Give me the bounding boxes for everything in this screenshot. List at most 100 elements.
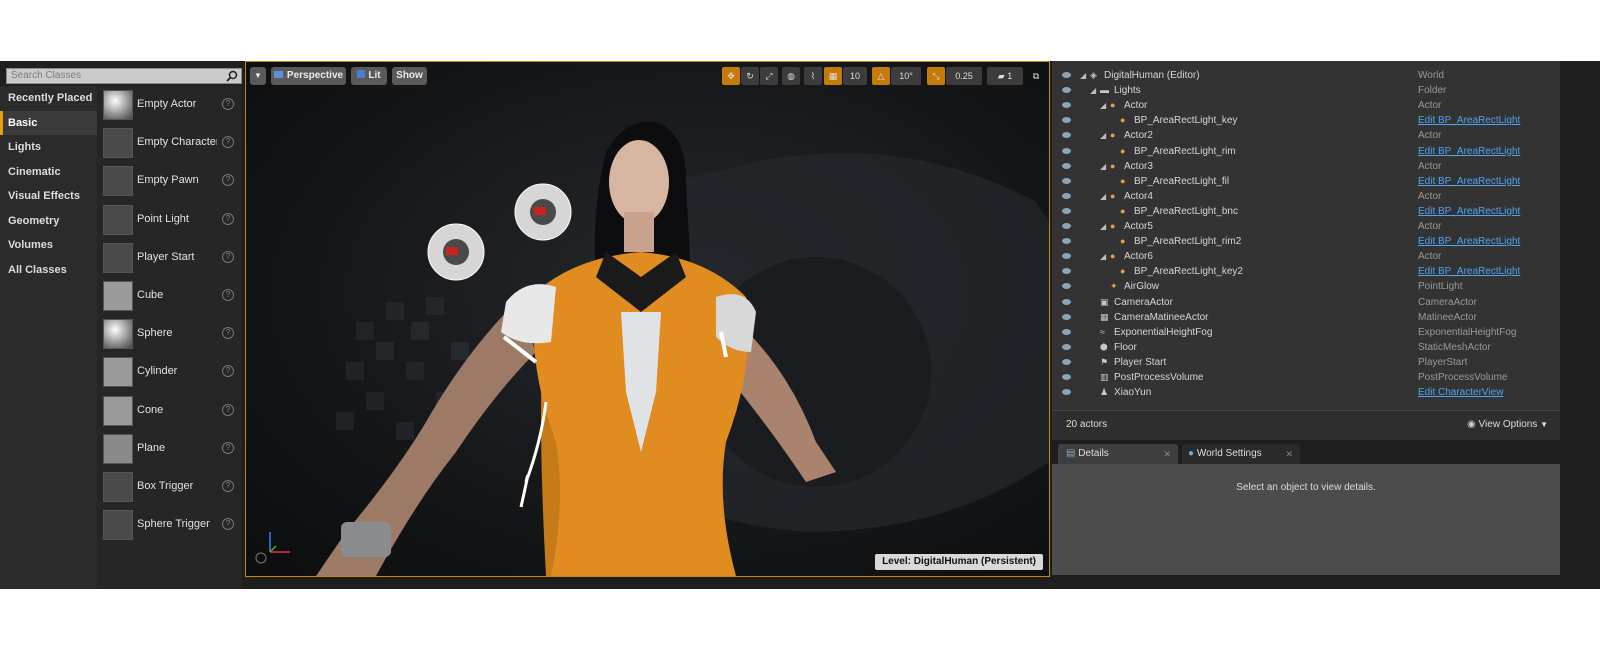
edit-blueprint-link[interactable]: Edit BP_AreaRectLight [1418, 264, 1520, 279]
level-viewport[interactable]: ▼ Perspective Lit Show ✥ ↻ ⤢ ◍ ⌇ ▦ 10 △ … [245, 61, 1050, 577]
eye-icon[interactable] [1062, 238, 1071, 245]
help-icon[interactable]: ? [222, 327, 234, 340]
view-options-button[interactable]: ◉ View Options ▼ [1467, 419, 1548, 430]
outliner-row[interactable]: ⚑ Player Start PlayerStart [1052, 355, 1560, 370]
eye-icon[interactable] [1062, 102, 1071, 109]
help-icon[interactable]: ? [222, 98, 234, 110]
edit-blueprint-link[interactable]: Edit CharacterView [1418, 385, 1503, 400]
translate-tool-icon[interactable]: ✥ [722, 67, 740, 85]
surface-snap-icon[interactable]: ⌇ [804, 67, 822, 85]
eye-icon[interactable] [1062, 192, 1071, 199]
outliner-row[interactable]: ▣ CameraActor CameraActor [1052, 295, 1560, 310]
edit-blueprint-link[interactable]: Edit BP_AreaRectLight [1418, 234, 1520, 249]
category-geometry[interactable]: Geometry [0, 209, 97, 234]
eye-icon[interactable] [1062, 132, 1071, 139]
help-icon[interactable]: ? [222, 365, 234, 378]
eye-icon[interactable] [1062, 72, 1071, 78]
eye-icon[interactable] [1062, 87, 1071, 94]
category-all-classes[interactable]: All Classes [0, 258, 97, 283]
actor-class-item[interactable]: Plane? [97, 432, 242, 468]
outliner-row[interactable]: ◢ ● Actor3 Actor [1052, 159, 1560, 174]
help-icon[interactable]: ? [222, 212, 234, 225]
eye-icon[interactable] [1062, 358, 1071, 365]
outliner-row[interactable]: ≈ ExponentialHeightFog ExponentialHeightFo… [1052, 325, 1560, 340]
actor-class-item[interactable]: Cone? [97, 394, 242, 430]
eye-icon[interactable] [1062, 328, 1071, 335]
viewport-options-button[interactable]: ▼ [250, 67, 266, 85]
outliner-row[interactable]: ● BP_AreaRectLight_key Edit BP_AreaRectLig… [1052, 113, 1560, 128]
rotate-tool-icon[interactable]: ↻ [741, 67, 759, 85]
expand-arrow-icon[interactable]: ◢ [1100, 98, 1106, 113]
scale-snap-value[interactable]: 0.25 [946, 67, 982, 85]
help-icon[interactable]: ? [222, 174, 234, 187]
eye-icon[interactable] [1062, 223, 1071, 229]
expand-arrow-icon[interactable]: ◢ [1100, 128, 1106, 143]
outliner-row[interactable]: ● BP_AreaRectLight_rim Edit BP_AreaRectLig… [1052, 144, 1560, 159]
actor-class-item[interactable]: Empty Character? [97, 126, 242, 162]
eye-icon[interactable] [1062, 283, 1071, 290]
edit-blueprint-link[interactable]: Edit BP_AreaRectLight [1418, 113, 1520, 128]
eye-icon[interactable] [1062, 207, 1071, 214]
edit-blueprint-link[interactable]: Edit BP_AreaRectLight [1418, 204, 1520, 219]
category-volumes[interactable]: Volumes [0, 233, 97, 258]
eye-icon[interactable] [1062, 253, 1071, 260]
category-visual-effects[interactable]: Visual Effects [0, 184, 97, 209]
outliner-row[interactable]: ♟ XiaoYun Edit CharacterView [1052, 385, 1560, 400]
outliner-row[interactable]: ● BP_AreaRectLight_fil Edit BP_AreaRectLig… [1052, 174, 1560, 189]
expand-arrow-icon[interactable]: ◢ [1080, 68, 1086, 83]
actor-class-item[interactable]: Cylinder? [97, 355, 242, 391]
tab-details[interactable]: ▤ Details ✕ [1058, 444, 1178, 464]
expand-arrow-icon[interactable]: ◢ [1100, 219, 1106, 234]
outliner-row[interactable]: ◢ ▬ Lights Folder [1052, 83, 1560, 98]
outliner-row[interactable]: ⬢ Floor StaticMeshActor [1052, 340, 1560, 355]
eye-icon[interactable] [1062, 162, 1071, 169]
outliner-row[interactable]: ◢ ● Actor6 Actor [1052, 249, 1560, 264]
edit-blueprint-link[interactable]: Edit BP_AreaRectLight [1418, 174, 1520, 189]
actor-class-item[interactable]: Sphere Trigger? [97, 508, 242, 544]
world-local-icon[interactable]: ◍ [782, 67, 800, 85]
help-icon[interactable]: ? [222, 136, 234, 149]
eye-icon[interactable] [1062, 268, 1071, 275]
rotation-snap-value[interactable]: 10° [891, 67, 921, 85]
search-classes-input[interactable]: Search Classes [6, 68, 242, 84]
outliner-row[interactable]: ▦ CameraMatineeActor MatineeActor [1052, 310, 1560, 325]
outliner-row[interactable]: ◢ ◈ DigitalHuman (Editor) World [1052, 68, 1560, 83]
expand-arrow-icon[interactable]: ◢ [1100, 159, 1106, 174]
help-icon[interactable]: ? [222, 480, 234, 492]
rotation-snap-icon[interactable]: △ [872, 67, 890, 85]
outliner-row[interactable]: ◢ ● Actor2 Actor [1052, 128, 1560, 143]
eye-icon[interactable] [1062, 147, 1071, 154]
eye-icon[interactable] [1062, 298, 1071, 305]
eye-icon[interactable] [1062, 389, 1071, 396]
expand-arrow-icon[interactable]: ◢ [1090, 83, 1096, 98]
eye-icon[interactable] [1062, 177, 1071, 184]
category-cinematic[interactable]: Cinematic [0, 160, 97, 185]
search-icon[interactable] [226, 70, 238, 82]
actor-class-item[interactable]: Player Start? [97, 241, 242, 277]
actor-class-item[interactable]: Empty Pawn? [97, 164, 242, 200]
help-icon[interactable]: ? [222, 403, 234, 416]
eye-icon[interactable] [1062, 343, 1071, 350]
show-button[interactable]: Show [392, 67, 427, 85]
expand-arrow-icon[interactable]: ◢ [1100, 249, 1106, 264]
expand-arrow-icon[interactable]: ◢ [1100, 189, 1106, 204]
help-icon[interactable]: ? [222, 518, 234, 531]
category-basic[interactable]: Basic [0, 110, 97, 135]
outliner-row[interactable]: ▥ PostProcessVolume PostProcessVolume [1052, 370, 1560, 385]
category-lights[interactable]: Lights [0, 135, 97, 160]
maximize-viewport-icon[interactable]: ⧉ [1029, 67, 1043, 85]
close-icon[interactable]: ✕ [1285, 444, 1293, 464]
actor-class-item[interactable]: Point Light? [97, 203, 242, 239]
eye-icon[interactable] [1062, 117, 1071, 124]
outliner-row[interactable]: ● BP_AreaRectLight_rim2 Edit BP_AreaRectLi… [1052, 234, 1560, 249]
scale-tool-icon[interactable]: ⤢ [760, 67, 778, 85]
eye-icon[interactable] [1062, 374, 1071, 380]
actor-class-item[interactable]: Box Trigger? [97, 470, 242, 506]
actor-class-item[interactable]: Sphere? [97, 317, 242, 353]
actor-class-item[interactable]: Empty Actor? [97, 88, 242, 124]
help-icon[interactable]: ? [222, 250, 234, 263]
help-icon[interactable]: ? [222, 441, 234, 454]
camera-speed-button[interactable]: ▰ 1 [987, 67, 1023, 85]
lit-button[interactable]: Lit [351, 67, 387, 85]
outliner-row[interactable]: ◢ ● Actor Actor [1052, 98, 1560, 113]
